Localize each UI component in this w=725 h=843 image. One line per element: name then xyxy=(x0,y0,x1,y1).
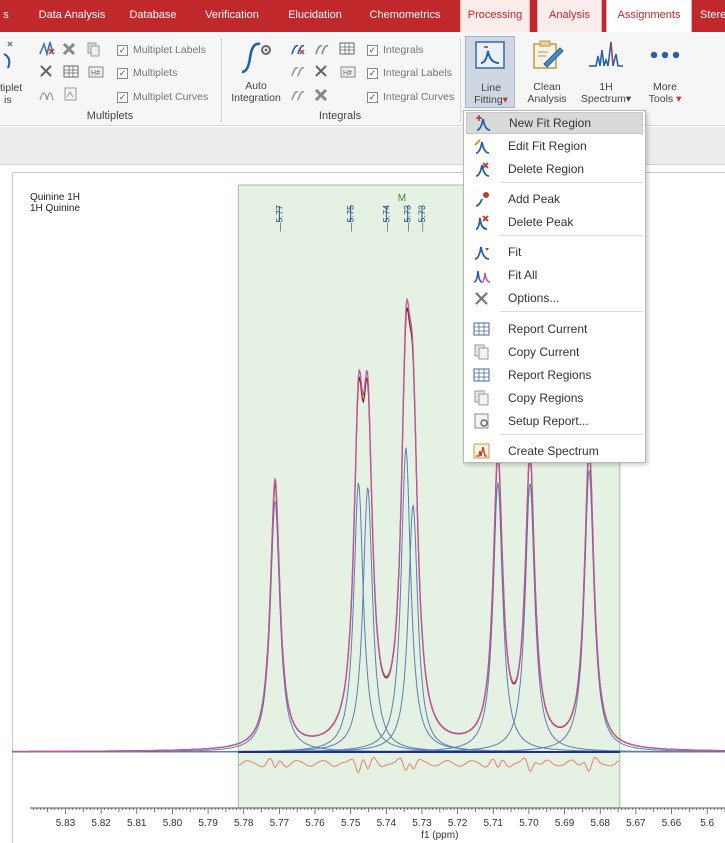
menu-report-regions[interactable]: Report Regions xyxy=(466,364,643,386)
peak-label: —5.75 xyxy=(346,205,356,232)
fit-all-icon xyxy=(473,270,491,283)
menu-create-spectrum[interactable]: Create Spectrum xyxy=(466,440,643,462)
menu-options[interactable]: Options... xyxy=(466,287,643,309)
menu-report-current[interactable]: Report Current xyxy=(466,318,643,340)
menu-setup-report[interactable]: Setup Report... xyxy=(466,410,643,432)
x-axis-tick-label: 5.78 xyxy=(234,818,254,829)
menu-label: Setup Report... xyxy=(508,414,589,428)
x-axis-tick-label: 5.71 xyxy=(484,818,504,829)
menu-label: Report Current xyxy=(508,322,588,336)
menu-label: Edit Fit Region xyxy=(508,139,587,153)
x-axis-tick-label: 5.75 xyxy=(341,818,361,829)
edit-fit-region-icon xyxy=(474,139,490,154)
menu-label: Create Spectrum xyxy=(508,444,599,458)
peak-label: —5.73 xyxy=(403,205,413,232)
multiplet-marker: M xyxy=(398,193,406,204)
menu-label: Delete Peak xyxy=(508,215,574,229)
setup-report-icon xyxy=(474,413,489,429)
x-axis-tick-label: 5.67 xyxy=(626,818,646,829)
menu-label: Options... xyxy=(508,291,560,305)
report-table-icon xyxy=(473,368,490,382)
x-axis-tick-label: 5.83 xyxy=(56,818,76,829)
add-peak-icon xyxy=(475,192,489,207)
menu-separator xyxy=(500,311,643,312)
x-axis-tick-label: 5.68 xyxy=(590,818,610,829)
report-table-icon xyxy=(473,322,490,336)
copy-icon xyxy=(474,390,489,406)
x-axis-tick-label: 5.72 xyxy=(448,818,468,829)
menu-separator xyxy=(500,434,643,435)
x-axis-label: f1 (ppm) xyxy=(421,830,458,841)
x-axis-tick-label: 5.66 xyxy=(662,818,682,829)
menu-label: Copy Regions xyxy=(508,391,584,405)
menu-edit-fit-region[interactable]: Edit Fit Region xyxy=(466,135,643,157)
fit-icon xyxy=(474,246,490,260)
x-axis-tick-label: 5.77 xyxy=(270,818,290,829)
delete-peak-icon xyxy=(475,215,489,230)
menu-copy-current[interactable]: Copy Current xyxy=(466,341,643,363)
x-axis-tick-label: 5.6 xyxy=(700,818,714,829)
x-axis-tick-label: 5.82 xyxy=(91,818,111,829)
menu-label: Delete Region xyxy=(508,162,585,176)
menu-label: Copy Current xyxy=(508,345,580,359)
x-axis-tick-label: 5.69 xyxy=(555,818,575,829)
menu-label: Fit xyxy=(508,245,522,259)
menu-separator xyxy=(500,182,643,183)
menu-fit-all[interactable]: Fit All xyxy=(466,264,643,286)
x-axis-tick-label: 5.74 xyxy=(377,818,397,829)
menu-add-peak[interactable]: Add Peak xyxy=(466,188,643,210)
x-axis-tick-label: 5.70 xyxy=(519,818,539,829)
menu-label: New Fit Region xyxy=(509,116,592,130)
x-axis-tick-label: 5.76 xyxy=(305,818,325,829)
menu-fit[interactable]: Fit xyxy=(466,241,643,263)
x-axis-tick-label: 5.80 xyxy=(163,818,183,829)
menu-new-fit-region[interactable]: New Fit Region xyxy=(466,112,643,134)
line-fitting-menu: New Fit Region Edit Fit Region Delete Re… xyxy=(463,110,646,463)
menu-label: Fit All xyxy=(508,268,538,282)
peak-label: —5.73 xyxy=(417,205,427,232)
x-axis-tick-label: 5.81 xyxy=(127,818,147,829)
create-spectrum-icon xyxy=(473,443,490,459)
menu-copy-regions[interactable]: Copy Regions xyxy=(466,387,643,409)
peak-label: —5.77 xyxy=(274,205,284,232)
options-tools-icon xyxy=(475,292,488,305)
peak-label: —5.74 xyxy=(381,205,391,232)
delete-region-icon xyxy=(475,162,490,177)
x-axis-tick-label: 5.79 xyxy=(198,818,218,829)
new-fit-region-icon xyxy=(476,115,491,131)
menu-delete-region[interactable]: Delete Region xyxy=(466,158,643,180)
menu-delete-peak[interactable]: Delete Peak xyxy=(466,211,643,233)
menu-separator xyxy=(500,235,643,236)
menu-label: Report Regions xyxy=(508,368,592,382)
x-axis-tick-label: 5.73 xyxy=(412,818,432,829)
menu-label: Add Peak xyxy=(508,192,561,206)
copy-icon xyxy=(474,344,489,360)
